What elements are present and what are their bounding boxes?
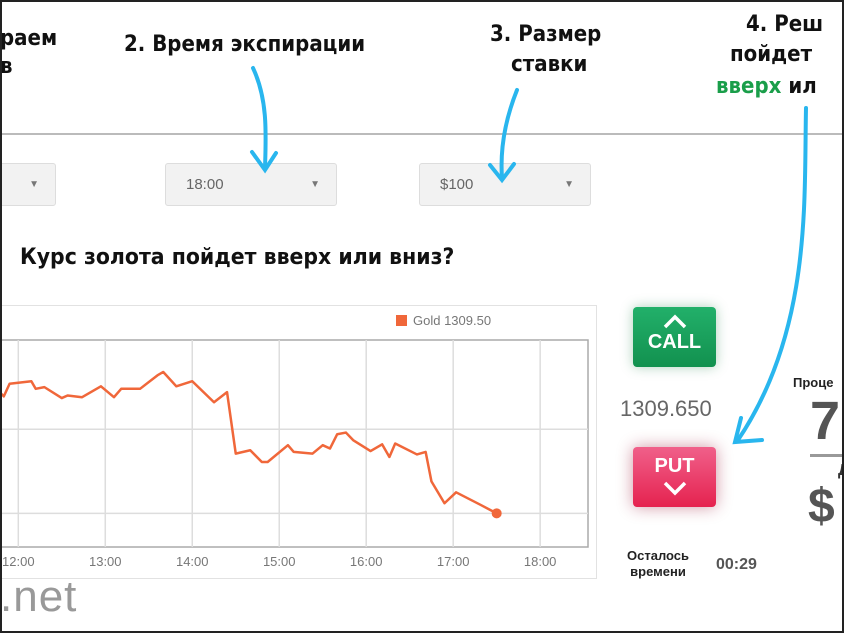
x-tick-label: 17:00 bbox=[437, 554, 470, 569]
last-price-marker bbox=[491, 508, 502, 519]
x-tick-label: 13:00 bbox=[89, 554, 122, 569]
put-label: PUT bbox=[654, 455, 695, 477]
payout-percent: 7 bbox=[810, 391, 841, 451]
put-button[interactable]: PUT bbox=[633, 447, 716, 507]
x-tick-label: 16:00 bbox=[350, 554, 383, 569]
time-remaining-label: Осталось времени bbox=[627, 548, 689, 580]
x-tick-label: 15:00 bbox=[263, 554, 296, 569]
x-tick-label: 12:00 bbox=[2, 554, 35, 569]
chevron-up-icon bbox=[663, 314, 686, 329]
payout-divider bbox=[810, 454, 844, 457]
call-button[interactable]: CALL bbox=[633, 307, 716, 367]
payout-label: Проце bbox=[793, 375, 834, 390]
gold-price-chart: 12:00 13:00 14:00 15:00 16:00 17:00 18:00 bbox=[0, 339, 589, 569]
call-label: CALL bbox=[647, 331, 702, 353]
payout-amount: $ bbox=[808, 480, 835, 533]
x-tick-label: 14:00 bbox=[176, 554, 209, 569]
watermark: .net bbox=[0, 572, 78, 621]
chevron-down-icon bbox=[663, 481, 686, 496]
payout-sub-label: Д bbox=[838, 462, 844, 479]
current-price: 1309.650 bbox=[620, 396, 712, 421]
remaining-line1: Осталось bbox=[627, 548, 690, 563]
remaining-line2: времени bbox=[630, 564, 686, 579]
x-tick-label: 18:00 bbox=[524, 554, 557, 569]
countdown-timer: 00:29 bbox=[716, 556, 757, 573]
